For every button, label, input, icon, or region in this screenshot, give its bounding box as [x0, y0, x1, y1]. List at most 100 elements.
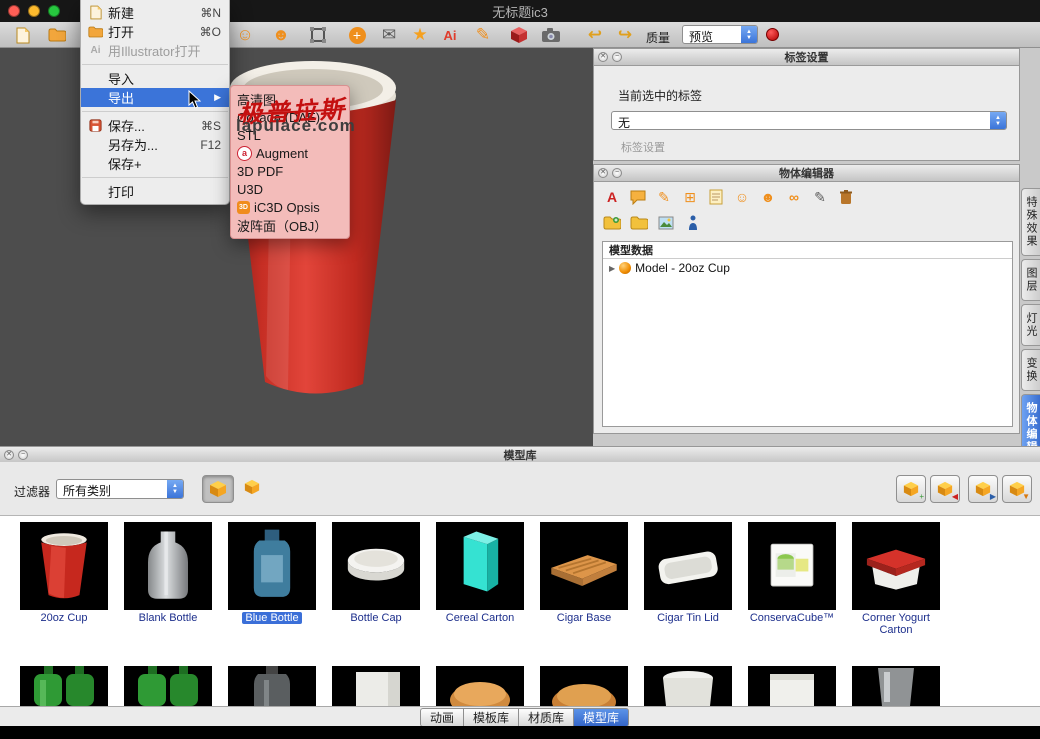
model-item-cigar-tin-lid[interactable]: Cigar Tin Lid [640, 522, 736, 624]
tab-layers[interactable]: 图层 [1021, 259, 1040, 301]
model-item-blank-bottle[interactable]: Blank Bottle [120, 522, 216, 624]
submenu-item-ic3d-opsis[interactable]: 3D iC3D Opsis [231, 198, 349, 216]
quality-dropdown[interactable]: 预览 ▲ ▼ [682, 25, 758, 44]
crop-tool-icon[interactable] [305, 24, 331, 46]
model-thumbnail[interactable] [748, 666, 836, 706]
stepper-icon[interactable]: ▲ ▼ [167, 480, 183, 498]
model-item-row2-2[interactable] [120, 666, 216, 706]
library-back-button[interactable]: ◀ [930, 475, 960, 503]
new-document-icon[interactable] [10, 24, 36, 46]
image-icon[interactable] [656, 213, 676, 233]
library-forward-button[interactable]: ▶ [968, 475, 998, 503]
cube-view-toggle-button[interactable] [202, 475, 234, 503]
envelope-icon[interactable]: ✉ [376, 24, 402, 46]
submenu-item-3d-pdf[interactable]: 3D PDF [231, 162, 349, 180]
edit-pen-icon[interactable]: ✎ [810, 187, 830, 207]
model-item-row2-4[interactable] [328, 666, 424, 706]
undo-icon[interactable]: ↩ [582, 24, 608, 46]
category-filter-dropdown[interactable]: 所有类别 ▲ ▼ [56, 479, 184, 499]
tab-template-library[interactable]: 模板库 [463, 708, 518, 727]
submenu-item-u3d[interactable]: U3D [231, 180, 349, 198]
model-thumbnail[interactable] [332, 522, 420, 610]
menu-item-import[interactable]: 导入 [81, 69, 229, 88]
star-icon[interactable]: ★ [407, 24, 433, 46]
model-thumbnail[interactable] [124, 522, 212, 610]
new-folder-icon[interactable] [602, 213, 622, 233]
model-item-row2-5[interactable] [432, 666, 528, 706]
menu-item-new[interactable]: 新建 ⌘N [81, 3, 229, 22]
close-icon[interactable]: ✕ [598, 52, 608, 62]
model-thumbnail[interactable] [644, 666, 732, 706]
comment-icon[interactable] [628, 187, 648, 207]
model-thumbnail[interactable] [540, 666, 628, 706]
model-item-row2-8[interactable] [744, 666, 840, 706]
tree-item-model[interactable]: ▶ Model - 20oz Cup [603, 259, 1012, 277]
model-item-row2-6[interactable] [536, 666, 632, 706]
menu-item-export[interactable]: 导出 ▶ [81, 88, 229, 107]
selected-label-dropdown[interactable]: 无 ▲ ▼ [611, 111, 1007, 130]
close-icon[interactable]: ✕ [4, 450, 14, 460]
text-tool-icon[interactable]: A [602, 187, 622, 207]
smiley-icon[interactable]: ☺ [232, 24, 258, 46]
model-item-corner-yogurt-carton[interactable]: Corner Yogurt Carton [848, 522, 944, 636]
tab-transform[interactable]: 变换 [1021, 349, 1040, 391]
smiley-icon[interactable]: ☺ [732, 187, 752, 207]
menu-item-save-as[interactable]: 另存为... F12 [81, 135, 229, 154]
stepper-icon[interactable]: ▲ ▼ [741, 26, 757, 43]
tab-material-library[interactable]: 材质库 [518, 708, 573, 727]
menu-item-save-plus[interactable]: 保存+ [81, 154, 229, 173]
model-thumbnail[interactable] [228, 522, 316, 610]
model-item-blue-bottle[interactable]: Blue Bottle [224, 522, 320, 624]
model-thumbnail[interactable] [748, 522, 836, 610]
menu-item-save[interactable]: 保存... ⌘S [81, 116, 229, 135]
library-download-button[interactable]: ▼ [1002, 475, 1032, 503]
model-thumbnail[interactable] [852, 666, 940, 706]
redo-icon[interactable]: ↪ [612, 24, 638, 46]
model-item-row2-7[interactable] [640, 666, 736, 706]
menu-item-print[interactable]: 打印 [81, 182, 229, 201]
model-item-20oz-cup[interactable]: 20oz Cup [16, 522, 112, 624]
link-icon[interactable]: ∞ [784, 187, 804, 207]
tab-lights[interactable]: 灯光 [1021, 304, 1040, 346]
add-object-icon[interactable]: + [344, 24, 370, 46]
menu-item-open[interactable]: 打开 ⌘O [81, 22, 229, 41]
model-thumbnail[interactable] [540, 522, 628, 610]
model-item-cigar-base[interactable]: Cigar Base [536, 522, 632, 624]
illustrator-icon[interactable]: Ai [437, 24, 463, 46]
model-item-row2-1[interactable] [16, 666, 112, 706]
tab-special-effects[interactable]: 特殊效果 [1021, 188, 1040, 256]
camera-icon[interactable] [538, 24, 564, 46]
folder-icon[interactable] [629, 213, 649, 233]
record-button[interactable] [766, 28, 779, 41]
close-icon[interactable]: ✕ [598, 168, 608, 178]
stepper-icon[interactable]: ▲ ▼ [990, 112, 1006, 129]
collapse-icon[interactable]: − [18, 450, 28, 460]
smiley-filled-icon[interactable]: ☻ [758, 187, 778, 207]
tab-animation[interactable]: 动画 [420, 708, 463, 727]
disclosure-icon[interactable]: ▶ [609, 264, 615, 273]
model-item-cereal-carton[interactable]: Cereal Carton [432, 522, 528, 624]
model-thumbnail[interactable] [436, 666, 524, 706]
collapse-icon[interactable]: − [612, 52, 622, 62]
model-thumbnail[interactable] [124, 666, 212, 706]
model-item-row2-3[interactable] [224, 666, 320, 706]
library-cube-button[interactable]: + [896, 475, 926, 503]
tab-model-library[interactable]: 模型库 [573, 708, 629, 727]
submenu-item-augment[interactable]: a Augment [231, 144, 349, 162]
model-item-bottle-cap[interactable]: Bottle Cap [328, 522, 424, 624]
note-icon[interactable] [706, 187, 726, 207]
collapse-icon[interactable]: − [612, 168, 622, 178]
open-folder-icon[interactable] [44, 24, 70, 46]
person-icon[interactable] [683, 213, 703, 233]
trash-icon[interactable] [836, 187, 856, 207]
model-thumbnail[interactable] [20, 522, 108, 610]
cube-small-icon[interactable] [244, 479, 260, 500]
pen-tool-icon[interactable]: ✎ [470, 24, 496, 46]
add-frame-icon[interactable]: ⊞ [680, 187, 700, 207]
draw-pen-icon[interactable]: ✎ [654, 187, 674, 207]
model-thumbnail[interactable] [332, 666, 420, 706]
model-thumbnail[interactable] [852, 522, 940, 610]
model-thumbnail[interactable] [228, 666, 316, 706]
smiley-filled-icon[interactable]: ☻ [268, 24, 294, 46]
model-thumbnail[interactable] [20, 666, 108, 706]
